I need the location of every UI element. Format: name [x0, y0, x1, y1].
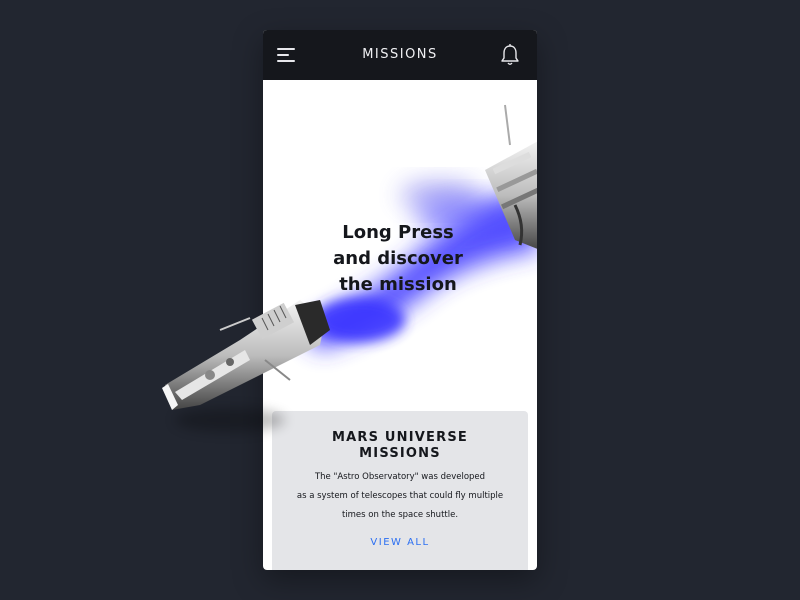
app-stage: MISSIONS Long Press and discover the mis…	[0, 0, 800, 600]
card-description: The "Astro Observatory" was developed as…	[296, 472, 504, 520]
hero-headline: Long Press and discover the mission	[333, 222, 463, 295]
view-all-link[interactable]: VIEW ALL	[272, 537, 528, 548]
app-header: MISSIONS	[263, 30, 537, 80]
page-title: MISSIONS	[362, 47, 438, 62]
phone-screen: MISSIONS Long Press and discover the mis…	[263, 30, 537, 570]
hero-section[interactable]: Long Press and discover the mission	[263, 80, 537, 410]
mission-card: MARS UNIVERSE MISSIONS The "Astro Observ…	[272, 411, 528, 570]
bell-icon[interactable]	[499, 43, 521, 67]
card-title: MARS UNIVERSE MISSIONS	[332, 430, 468, 461]
